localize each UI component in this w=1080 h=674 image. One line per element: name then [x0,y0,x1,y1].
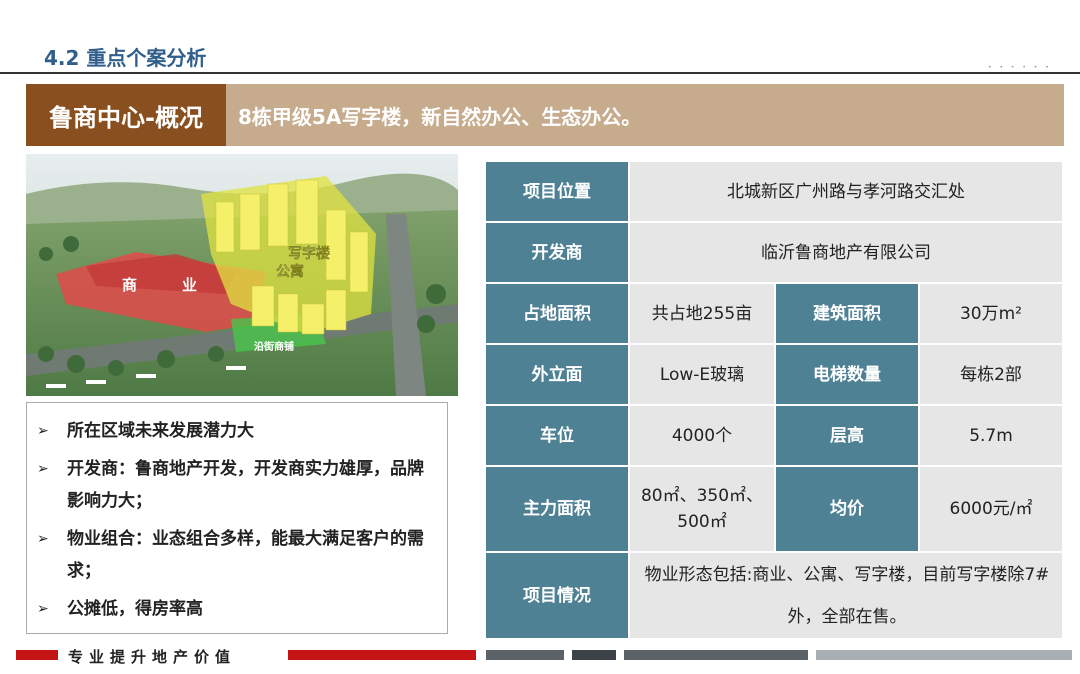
location-label: 项目位置 [484,160,630,223]
project-rendering-image: 写字楼 公寓 商 业 沿街商铺 [26,154,458,396]
label-commerce-1: 商 [122,276,137,294]
footer-slogan: 专业提升地产价值 [68,648,237,666]
label-commerce-2: 业 [182,276,197,294]
list-item: ➢ 所在区域未来发展潜力大 [37,415,437,447]
land-area-label: 占地面积 [484,282,630,345]
section-title: 4.2 重点个案分析 [44,46,207,70]
bullet-text: 公摊低，得房率高 [67,599,203,619]
developer-value: 临沂鲁商地产有限公司 [628,221,1064,284]
building-area-label: 建筑面积 [774,282,920,345]
label-street-shops: 沿街商铺 [254,340,294,353]
location-value: 北城新区广州路与孝河路交汇处 [628,160,1064,223]
parking-value: 4000个 [628,404,776,467]
table-row: 开发商 临沂鲁商地产有限公司 [484,221,1064,284]
status-label: 项目情况 [484,551,630,640]
banner-title: 鲁商中心-概况 [26,84,226,146]
list-item: ➢ 开发商：鲁商地产开发，开发商实力雄厚，品牌影响力大； [37,453,437,517]
building-area-value: 30万m² [918,282,1064,345]
bullet-text: 所在区域未来发展潜力大 [67,421,254,441]
arrow-bullet-icon: ➢ [37,423,49,439]
footer-gray-bar [486,650,564,660]
label-apartment: 公寓 [276,263,304,280]
land-area-value: 共占地255亩 [628,282,776,345]
bullet-text: 开发商：鲁商地产开发，开发商实力雄厚，品牌影响力大； [67,459,424,511]
bullet-text: 物业组合：业态组合多样，能最大满足客户的需求； [67,529,424,581]
main-area-value: 80㎡、350㎡、500㎡ [628,465,776,553]
banner-subtitle: 8栋甲级5A写字楼，新自然办公、生态办公。 [238,104,642,129]
parking-label: 车位 [484,404,630,467]
project-info-table: 项目位置 北城新区广州路与孝河路交汇处 开发商 临沂鲁商地产有限公司 占地面积 … [484,160,1064,640]
table-row: 主力面积 80㎡、350㎡、500㎡ 均价 6000元/㎡ [484,465,1064,553]
table-row: 项目情况 物业形态包括:商业、公寓、写字楼，目前写字楼除7#外，全部在售。 [484,551,1064,640]
list-item: ➢ 物业组合：业态组合多样，能最大满足客户的需求； [37,523,437,587]
decorative-dots: • • • • • • [988,64,1052,71]
footer-gray-bar [572,650,616,660]
facade-value: Low-E玻璃 [628,343,776,406]
avg-price-value: 6000元/㎡ [918,465,1064,553]
table-row: 占地面积 共占地255亩 建筑面积 30万m² [484,282,1064,345]
floor-height-label: 层高 [774,404,920,467]
main-area-label: 主力面积 [484,465,630,553]
elevators-value: 每栋2部 [918,343,1064,406]
banner: 鲁商中心-概况 8栋甲级5A写字楼，新自然办公、生态办公。 [26,84,1064,146]
footer-red-bar [16,650,58,660]
footer-red-bar [288,650,476,660]
table-row: 外立面 Low-E玻璃 电梯数量 每栋2部 [484,343,1064,406]
advantages-box: ➢ 所在区域未来发展潜力大 ➢ 开发商：鲁商地产开发，开发商实力雄厚，品牌影响力… [26,402,448,634]
table-row: 车位 4000个 层高 5.7m [484,404,1064,467]
label-office: 写字楼 [288,245,330,262]
arrow-bullet-icon: ➢ [37,531,49,547]
arrow-bullet-icon: ➢ [37,461,49,477]
list-item: ➢ 公摊低，得房率高 [37,593,437,625]
avg-price-label: 均价 [774,465,920,553]
developer-label: 开发商 [484,221,630,284]
footer-gray-bar [816,650,1072,660]
footer-gray-bar [624,650,808,660]
floor-height-value: 5.7m [918,404,1064,467]
title-divider [0,72,1080,74]
facade-label: 外立面 [484,343,630,406]
arrow-bullet-icon: ➢ [37,601,49,617]
status-value: 物业形态包括:商业、公寓、写字楼，目前写字楼除7#外，全部在售。 [628,551,1064,640]
table-row: 项目位置 北城新区广州路与孝河路交汇处 [484,160,1064,223]
elevators-label: 电梯数量 [774,343,920,406]
